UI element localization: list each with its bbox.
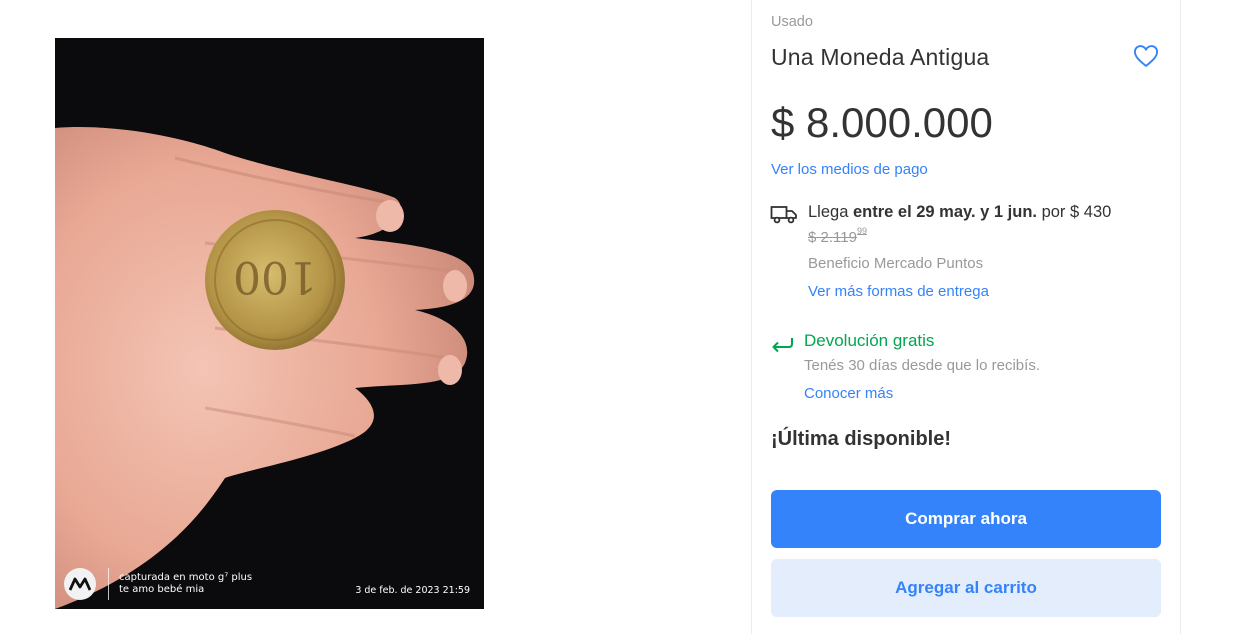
photo-date-stamp: 3 de feb. de 2023 21:59 <box>355 585 470 596</box>
shipping-estimate: Llega entre el 29 may. y 1 jun. por $ 43… <box>808 203 1111 222</box>
shipping-date-range: entre el 29 may. y 1 jun. <box>852 203 1037 221</box>
product-price: $ 8.000.000 <box>771 99 993 146</box>
payment-methods-link[interactable]: Ver los medios de pago <box>771 161 928 178</box>
item-condition: Usado <box>771 14 813 30</box>
product-photo[interactable]: 100 capturada en moto g⁷ plus te amo beb… <box>55 38 484 609</box>
svg-text:100: 100 <box>233 251 317 302</box>
truck-icon <box>770 204 798 226</box>
buy-now-button[interactable]: Comprar ahora <box>771 490 1161 548</box>
coin-in-hand-image: 100 <box>55 127 475 609</box>
shipping-old-price-cents: 99 <box>856 226 867 236</box>
shipping-old-price: $ 2.11999 <box>808 226 867 246</box>
camera-watermark: capturada en moto g⁷ plus te amo bebé mi… <box>64 568 252 600</box>
product-info-panel: Usado Una Moneda Antigua $ 8.000.000 Ver… <box>751 0 1181 634</box>
shipping-prefix: Llega <box>808 203 853 221</box>
shipping-old-price-amount: $ 2.119 <box>808 229 857 246</box>
free-return-subtitle: Tenés 30 días desde que lo recibís. <box>804 357 1040 374</box>
watermark-device-text: capturada en moto g⁷ plus <box>119 572 253 583</box>
delivery-options-link[interactable]: Ver más formas de entrega <box>808 283 989 300</box>
return-arrow-icon <box>770 334 794 354</box>
shipping-benefit: Beneficio Mercado Puntos <box>808 255 984 272</box>
add-to-cart-button[interactable]: Agregar al carrito <box>771 559 1161 617</box>
learn-more-link[interactable]: Conocer más <box>804 385 893 402</box>
free-return-title: Devolución gratis <box>804 331 935 350</box>
heart-icon[interactable] <box>1132 42 1160 70</box>
motorola-logo <box>64 568 96 600</box>
shipping-cost: por $ 430 <box>1037 203 1112 221</box>
product-title: Una Moneda Antigua <box>771 44 990 70</box>
watermark-divider <box>108 568 109 600</box>
watermark-caption-text: te amo bebé mia <box>119 584 205 595</box>
stock-status: ¡Última disponible! <box>771 428 951 450</box>
